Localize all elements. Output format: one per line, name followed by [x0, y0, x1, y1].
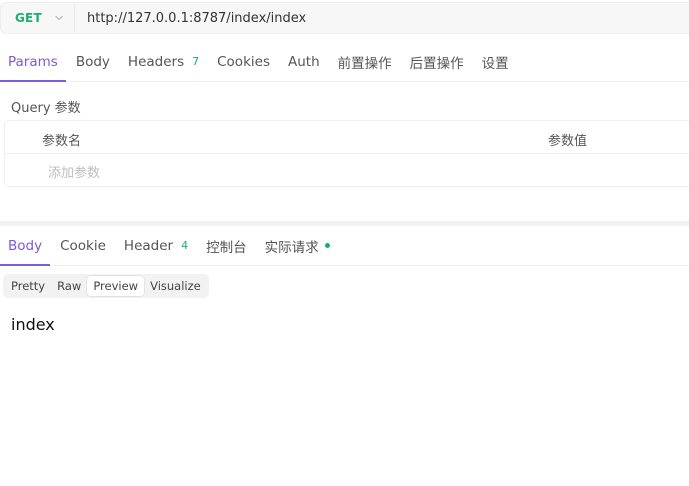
view-visualize-button[interactable]: Visualize [144, 276, 207, 296]
params-table-header: 参数名 参数值 [5, 121, 689, 154]
tab-label: 设置 [481, 55, 509, 72]
chevron-down-icon [54, 13, 64, 23]
tab-response-header[interactable]: Header 4 [116, 226, 196, 265]
add-param-row: 添加参数 [5, 154, 689, 187]
response-header-count-badge: 4 [181, 239, 189, 252]
tab-auth[interactable]: Auth [280, 42, 328, 81]
response-preview-content: index [11, 315, 55, 334]
response-tabs: Body Cookie Header 4 控制台 实际请求 [0, 226, 689, 266]
tab-label: Cookies [217, 53, 270, 70]
tab-cookies[interactable]: Cookies [209, 42, 278, 81]
tab-label: Body [75, 53, 110, 70]
tab-label: Params [8, 53, 58, 70]
tab-params[interactable]: Params [0, 42, 66, 82]
url-input[interactable]: http://127.0.0.1:8787/index/index [87, 11, 306, 26]
tab-label: Auth [287, 53, 320, 70]
tab-console[interactable]: 控制台 [198, 226, 255, 265]
query-params-table: 参数名 参数值 添加参数 [4, 120, 689, 187]
tab-pre-request[interactable]: 前置操作 [330, 42, 400, 81]
view-preview-button[interactable]: Preview [87, 276, 145, 296]
response-view-switcher: Pretty Raw Preview Visualize [3, 274, 209, 298]
tab-label: 实际请求 [264, 239, 319, 256]
tab-post-request[interactable]: 后置操作 [402, 42, 472, 81]
method-label: GET [15, 11, 42, 25]
view-pretty-button[interactable]: Pretty [5, 276, 51, 296]
headers-count-badge: 7 [192, 55, 200, 68]
param-name-column-header: 参数名 [42, 134, 82, 149]
tab-body[interactable]: Body [68, 42, 118, 81]
tab-label: Headers [127, 53, 185, 70]
tab-label: Body [8, 237, 43, 254]
query-params-heading: Query 参数 [11, 101, 81, 116]
view-raw-button[interactable]: Raw [51, 276, 87, 296]
request-tabs: Params Body Headers 7 Cookies Auth 前置操作 … [0, 42, 689, 82]
param-value-column-header: 参数值 [548, 134, 588, 149]
tab-label: 控制台 [206, 239, 247, 256]
tab-headers[interactable]: Headers 7 [120, 42, 207, 81]
method-select[interactable]: GET [1, 3, 75, 33]
tab-actual-request[interactable]: 实际请求 [257, 226, 338, 265]
add-param-input[interactable]: 添加参数 [48, 162, 100, 181]
tab-response-body[interactable]: Body [0, 226, 51, 266]
tab-label: 前置操作 [337, 55, 392, 72]
tab-label: Cookie [60, 237, 106, 254]
tab-settings[interactable]: 设置 [474, 42, 517, 81]
status-dot-icon [324, 243, 330, 248]
url-bar: GET http://127.0.0.1:8787/index/index [0, 2, 689, 34]
tab-response-cookie[interactable]: Cookie [52, 226, 114, 265]
tab-label: 后置操作 [409, 55, 464, 72]
tab-label: Header [123, 237, 174, 254]
